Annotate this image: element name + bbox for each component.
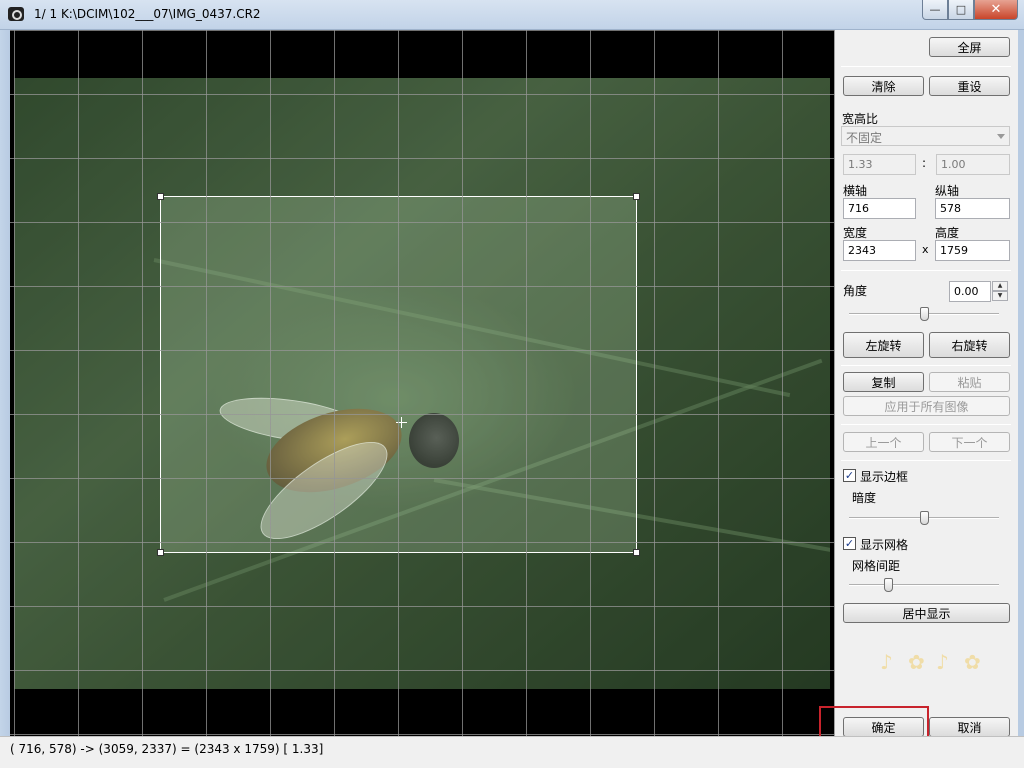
photo-leaf-insect bbox=[14, 78, 830, 689]
crop-center-crosshair bbox=[401, 417, 402, 428]
width-label: 宽度 bbox=[843, 226, 868, 240]
logo-mark: ✿ bbox=[908, 650, 925, 674]
angle-label: 角度 bbox=[843, 284, 868, 298]
height-field[interactable]: 1759 bbox=[935, 240, 1010, 261]
next-button[interactable]: 下一个 bbox=[929, 432, 1010, 452]
darkness-slider[interactable] bbox=[849, 511, 999, 525]
divider bbox=[841, 270, 1011, 271]
watermark-logo: ♪ ✿ ♪ ✿ bbox=[878, 650, 993, 690]
aspect-ratio-select[interactable]: 不固定 bbox=[841, 126, 1010, 146]
window-frame-left bbox=[0, 30, 10, 736]
grid-spacing-slider[interactable] bbox=[849, 578, 999, 592]
window-frame-right bbox=[1018, 30, 1024, 736]
x-axis-label: 横轴 bbox=[843, 184, 868, 198]
crop-handle-top-right[interactable] bbox=[633, 193, 640, 200]
title-bar: 1/ 1 K:\DCIM\102___07\IMG_0437.CR2 — □ ✕ bbox=[0, 0, 1024, 30]
paste-button[interactable]: 粘贴 bbox=[929, 372, 1010, 392]
y-axis-field[interactable]: 578 bbox=[935, 198, 1010, 219]
height-label: 高度 bbox=[935, 226, 960, 240]
fullscreen-button[interactable]: 全屏 bbox=[929, 37, 1010, 57]
rotate-right-button[interactable]: 右旋转 bbox=[929, 332, 1010, 358]
cancel-button[interactable]: 取消 bbox=[929, 717, 1010, 737]
slider-thumb[interactable] bbox=[920, 307, 929, 321]
y-axis-label: 纵轴 bbox=[935, 184, 960, 198]
x-axis-field[interactable]: 716 bbox=[843, 198, 916, 219]
rotate-left-button[interactable]: 左旋转 bbox=[843, 332, 924, 358]
angle-slider[interactable] bbox=[849, 307, 999, 321]
logo-mark: ♪ bbox=[936, 650, 949, 674]
spin-down-icon[interactable]: ▼ bbox=[992, 291, 1008, 301]
logo-mark: ♪ bbox=[880, 650, 893, 674]
crop-handle-top-left[interactable] bbox=[157, 193, 164, 200]
show-grid-checkbox[interactable]: ✓ bbox=[843, 537, 856, 550]
minimize-button[interactable]: — bbox=[922, 0, 948, 20]
center-display-button[interactable]: 居中显示 bbox=[843, 603, 1010, 623]
show-border-checkbox[interactable]: ✓ bbox=[843, 469, 856, 482]
chevron-down-icon bbox=[997, 134, 1005, 139]
show-grid-label[interactable]: 显示网格 bbox=[860, 536, 908, 553]
previous-button[interactable]: 上一个 bbox=[843, 432, 924, 452]
slider-thumb[interactable] bbox=[920, 511, 929, 525]
spin-up-icon[interactable]: ▲ bbox=[992, 281, 1008, 291]
darkness-label: 暗度 bbox=[852, 491, 877, 505]
grid-spacing-label: 网格间距 bbox=[852, 559, 901, 573]
width-field[interactable]: 2343 bbox=[843, 240, 916, 261]
aspect-ratio-label: 宽高比 bbox=[842, 112, 879, 126]
slider-track bbox=[849, 584, 999, 586]
crop-rectangle[interactable] bbox=[160, 196, 637, 553]
angle-spinner[interactable]: ▲ ▼ bbox=[992, 281, 1008, 302]
ratio-width-field[interactable]: 1.33 bbox=[843, 154, 916, 175]
window-title: 1/ 1 K:\DCIM\102___07\IMG_0437.CR2 bbox=[34, 7, 261, 21]
divider bbox=[841, 365, 1011, 366]
crop-settings-panel: 全屏 清除 重设 宽高比 不固定 1.33 : 1.00 横轴 纵轴 716 5… bbox=[834, 30, 1018, 737]
ratio-colon: : bbox=[922, 156, 927, 170]
close-button[interactable]: ✕ bbox=[974, 0, 1018, 20]
angle-field[interactable]: 0.00 bbox=[949, 281, 991, 302]
apply-all-button[interactable]: 应用于所有图像 bbox=[843, 396, 1010, 416]
crop-handle-bottom-left[interactable] bbox=[157, 549, 164, 556]
divider bbox=[841, 460, 1011, 461]
times-sign: x bbox=[922, 243, 929, 256]
divider bbox=[841, 424, 1011, 425]
copy-button[interactable]: 复制 bbox=[843, 372, 924, 392]
clear-button[interactable]: 清除 bbox=[843, 76, 924, 96]
window-controls: — □ ✕ bbox=[922, 0, 1018, 20]
aspect-ratio-value: 不固定 bbox=[846, 131, 883, 145]
logo-mark: ✿ bbox=[964, 650, 981, 674]
image-viewer[interactable] bbox=[10, 30, 834, 736]
divider bbox=[841, 66, 1011, 67]
status-bar: ( 716, 578) -> (3059, 2337) = (2343 x 17… bbox=[0, 736, 1024, 768]
crop-handle-bottom-right[interactable] bbox=[633, 549, 640, 556]
reset-button[interactable]: 重设 bbox=[929, 76, 1010, 96]
slider-thumb[interactable] bbox=[884, 578, 893, 592]
camera-icon bbox=[8, 7, 24, 21]
ratio-height-field[interactable]: 1.00 bbox=[936, 154, 1010, 175]
crop-coordinates-status: ( 716, 578) -> (3059, 2337) = (2343 x 17… bbox=[10, 742, 324, 756]
maximize-button[interactable]: □ bbox=[948, 0, 974, 20]
show-border-label[interactable]: 显示边框 bbox=[860, 468, 908, 485]
